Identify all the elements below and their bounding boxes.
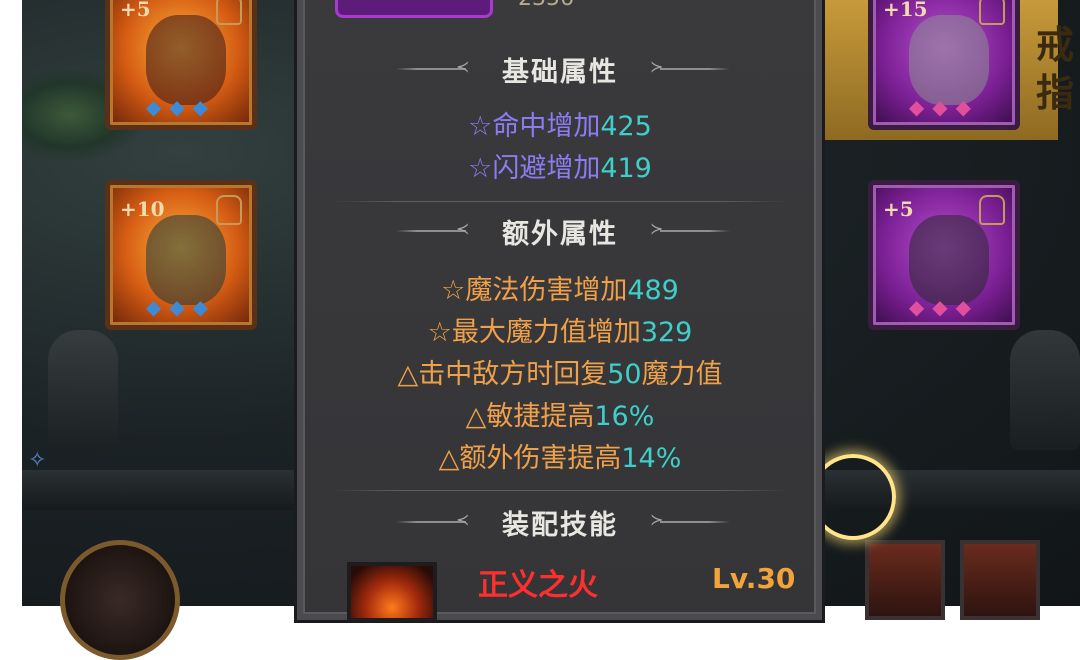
banner-char-2: 指 (1036, 71, 1075, 115)
ornament-right-icon: ≻ (650, 57, 664, 76)
ornament-line-right (660, 230, 730, 232)
stat-value: 50 (607, 359, 642, 390)
stat-value: 489 (627, 275, 679, 306)
lock-icon (216, 0, 242, 25)
star-icon[interactable]: ✧ (28, 448, 46, 473)
section-divider (330, 490, 790, 491)
stat-hit: ☆命中增加425 (300, 104, 820, 143)
stat-magic-damage: ☆魔法伤害增加489 (300, 268, 820, 307)
ornament-right-icon: ≻ (650, 510, 664, 529)
slot-level: +5 (883, 197, 914, 221)
section-title-skill: 装配技能 (502, 510, 618, 541)
inventory-slot[interactable] (865, 540, 945, 620)
stat-label: ☆最大魔力值增加 (427, 317, 641, 348)
section-title-base: 基础属性 (502, 57, 618, 88)
stat-label: ☆命中增加 (468, 111, 601, 142)
inventory-slot[interactable] (960, 540, 1040, 620)
stat-value: 16% (594, 401, 655, 432)
item-quality-frame (335, 0, 493, 18)
section-divider (330, 201, 790, 202)
banner-char-1: 戒 (1036, 23, 1075, 67)
ornament-line-right (660, 68, 730, 70)
stat-value: 419 (600, 153, 652, 184)
stat-value: 425 (600, 111, 652, 142)
stat-label: △敏捷提高 (465, 401, 595, 432)
knight-statue-left (48, 330, 118, 450)
slot-level: +5 (120, 0, 151, 21)
equipment-slot-boots[interactable]: +5 ◆◆◆ (868, 180, 1020, 330)
stat-max-mana: ☆最大魔力值增加329 (300, 310, 820, 349)
stat-dodge: ☆闪避增加419 (300, 146, 820, 185)
item-power-value: 2356 (518, 0, 574, 11)
stat-extra-damage: △额外伤害提高14% (300, 436, 820, 475)
stat-suffix: 魔力值 (641, 359, 723, 390)
gloves-icon (146, 15, 226, 105)
gem-sockets-icon: ◆◆◆ (145, 295, 217, 319)
lock-icon (216, 195, 242, 225)
stat-label: ☆魔法伤害增加 (441, 275, 628, 306)
skill-name: 正义之火 (478, 568, 598, 603)
skill-level: Lv.30 (712, 562, 796, 595)
stat-label: △击中敌方时回复 (397, 359, 608, 390)
lock-icon (979, 195, 1005, 225)
ring-icon (909, 15, 989, 105)
equipment-slot-staff[interactable]: +10 ◆◆◆ (105, 180, 257, 330)
tap-highlight-ring (810, 454, 896, 540)
ornament-right-icon: ≻ (650, 219, 664, 238)
knight-statue-right (1010, 330, 1080, 450)
lock-icon (979, 0, 1005, 25)
slot-level: +10 (120, 197, 165, 221)
staff-icon (146, 215, 226, 305)
fire-skill-icon[interactable] (347, 562, 437, 622)
stat-label: △额外伤害提高 (438, 443, 622, 474)
equipment-slot-ring[interactable]: +15 ◆◆◆ (868, 0, 1020, 130)
stat-value: 329 (640, 317, 693, 348)
gem-sockets-icon: ◆◆◆ (145, 95, 217, 119)
equipment-slot-gloves[interactable]: +5 ◆◆◆ (105, 0, 257, 130)
gem-sockets-icon: ◆◆◆ (908, 95, 980, 119)
boots-icon (909, 215, 989, 305)
ornament-line-right (660, 521, 730, 523)
stat-agility: △敏捷提高16% (300, 394, 820, 433)
stat-value: 14% (621, 443, 682, 474)
hero-portrait[interactable] (60, 540, 180, 660)
gem-sockets-icon: ◆◆◆ (908, 295, 980, 319)
slot-level: +15 (883, 0, 928, 21)
stat-label: ☆闪避增加 (468, 153, 601, 184)
stat-mana-regen-on-hit: △击中敌方时回复50魔力值 (300, 352, 820, 391)
section-title-extra: 额外属性 (502, 219, 618, 250)
